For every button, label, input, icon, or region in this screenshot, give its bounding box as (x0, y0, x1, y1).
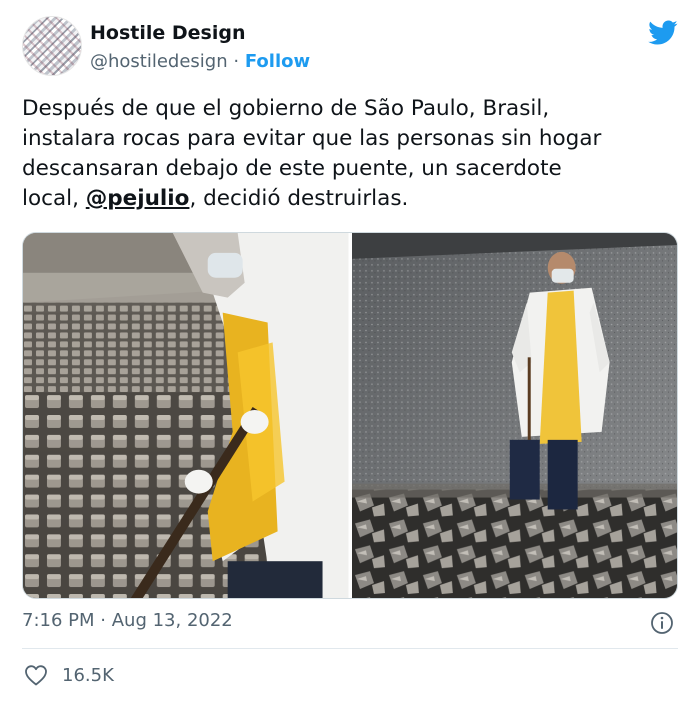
tweet-header: Hostile Design @hostiledesign · Follow (22, 16, 682, 78)
like-count: 16.5K (62, 664, 114, 686)
twitter-bird-icon[interactable] (648, 20, 678, 46)
divider (22, 648, 678, 649)
tweet-time: 7:16 PM (22, 610, 95, 631)
author-handle-line: @hostiledesign · Follow (90, 51, 310, 72)
tweet-timestamp[interactable]: 7:16 PM · Aug 13, 2022 (22, 610, 233, 631)
tweet-media[interactable] (22, 232, 678, 599)
tweet-line-1: Después de que el gobierno de São Paulo,… (22, 96, 550, 121)
mention-link[interactable]: @pejulio (86, 186, 190, 211)
author-handle[interactable]: @hostiledesign (90, 51, 228, 72)
like-action[interactable]: 16.5K (24, 664, 114, 686)
heart-icon[interactable] (24, 664, 48, 686)
tweet-text: Después de que el gobierno de São Paulo,… (22, 94, 682, 214)
tweet-line-2: instalara rocas para evitar que las pers… (22, 126, 602, 151)
author-name[interactable]: Hostile Design (90, 22, 245, 44)
tweet-line-4-prefix: local, (22, 186, 86, 211)
tweet-date: Aug 13, 2022 (111, 610, 233, 631)
photo-priest-standing-with-cane[interactable] (351, 233, 677, 598)
tweet-line-3: descansaran debajo de este puente, un sa… (22, 156, 562, 181)
photo-priest-breaking-rocks[interactable] (23, 233, 349, 598)
avatar[interactable] (22, 16, 82, 76)
tweet-line-4: local, @pejulio, decidió destruirlas. (22, 184, 682, 214)
handle-separator: · (233, 51, 240, 72)
follow-button[interactable]: Follow (245, 51, 310, 72)
tweet-line-4-suffix: , decidió destruirlas. (189, 186, 409, 211)
timestamp-separator: · (100, 610, 106, 631)
info-icon[interactable] (650, 611, 674, 635)
